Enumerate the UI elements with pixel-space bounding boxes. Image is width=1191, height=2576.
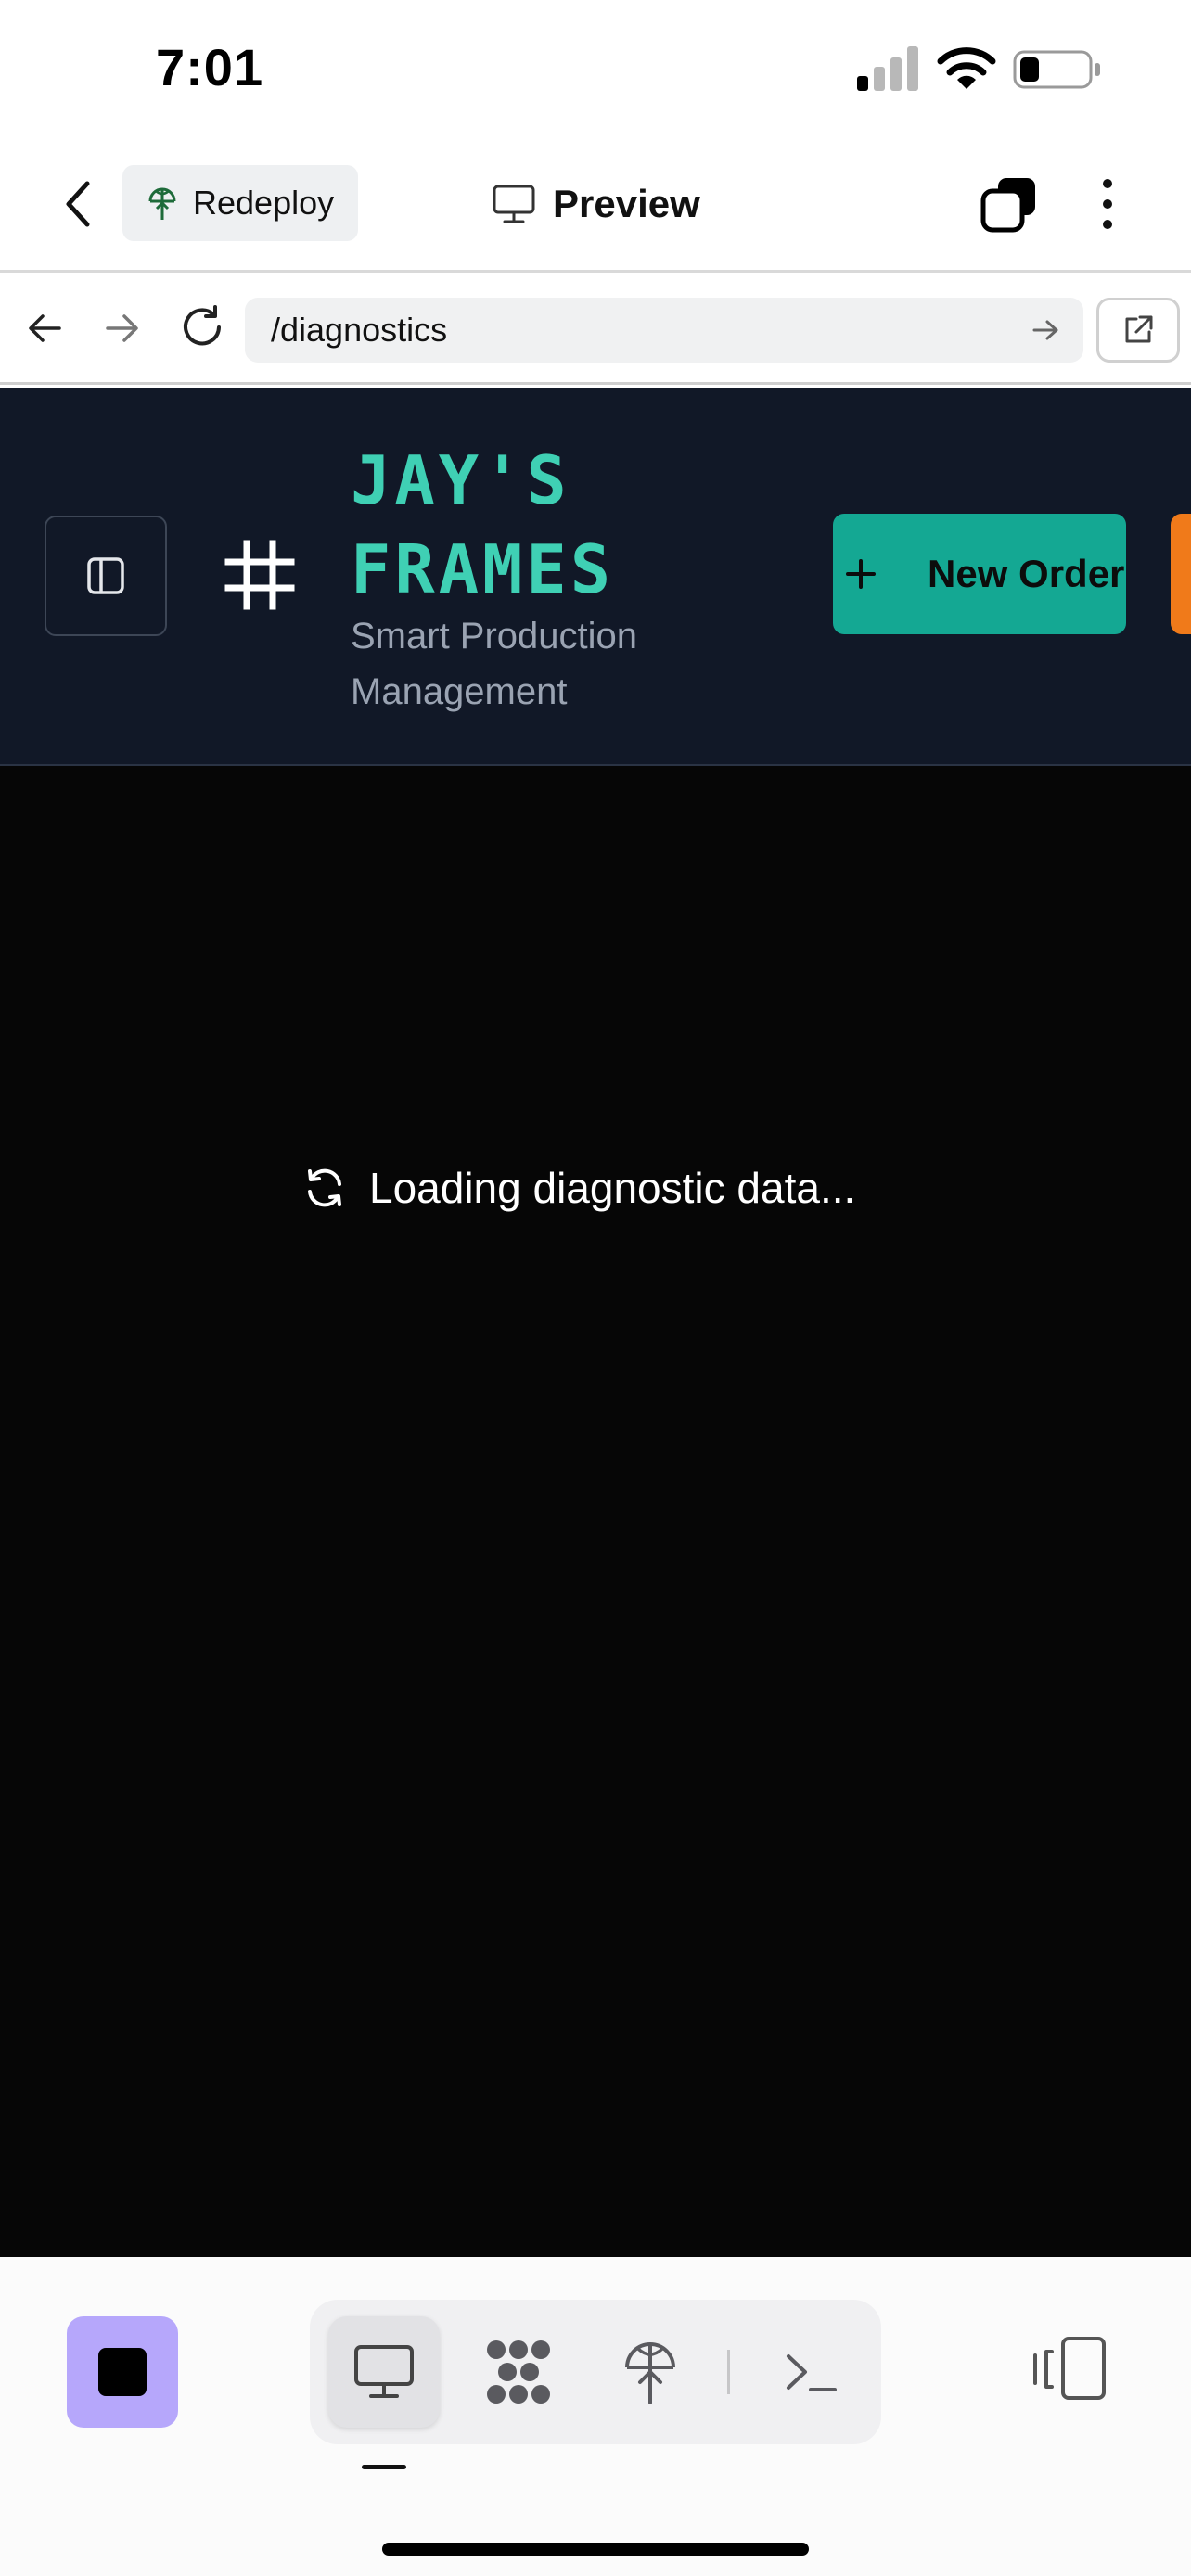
main-content: Loading diagnostic data... xyxy=(0,766,1191,2257)
cellular-signal-icon xyxy=(857,46,918,91)
reload-icon[interactable] xyxy=(178,303,226,351)
brand-title: JAY'S FRAMES xyxy=(351,441,615,608)
browser-url-bar: /diagnostics xyxy=(0,275,1191,385)
sidebar-toggle-button[interactable] xyxy=(45,516,167,636)
layout-toggle-icon[interactable] xyxy=(1028,2327,1111,2411)
mode-desktop-button[interactable] xyxy=(328,2316,440,2428)
open-external-icon xyxy=(1125,315,1153,343)
tabs-icon[interactable] xyxy=(980,174,1039,234)
desktop-icon xyxy=(354,2345,414,2398)
plus-icon xyxy=(846,559,876,589)
battery-icon xyxy=(1013,50,1100,89)
stop-icon xyxy=(98,2348,147,2396)
app-header: Redeploy Preview xyxy=(0,139,1191,273)
page-title: Preview xyxy=(553,182,700,225)
bottom-toolbar xyxy=(0,2257,1191,2576)
wifi-icon xyxy=(937,47,996,89)
refresh-spinner-icon xyxy=(308,1168,341,1207)
open-external-button[interactable] xyxy=(1096,298,1180,363)
mode-divider xyxy=(727,2350,730,2394)
status-bar: 7:01 xyxy=(0,0,1191,139)
redeploy-button[interactable]: Redeploy xyxy=(122,165,358,241)
redeploy-icon xyxy=(148,187,176,220)
arrow-left-icon[interactable] xyxy=(26,309,65,348)
shell-icon xyxy=(787,2354,837,2391)
loading-indicator: Loading diagnostic data... xyxy=(302,1163,855,1213)
stop-button[interactable] xyxy=(67,2316,178,2428)
mode-shell-button[interactable] xyxy=(755,2316,866,2428)
hash-icon xyxy=(224,540,295,610)
home-indicator xyxy=(382,2543,809,2556)
redeploy-label: Redeploy xyxy=(193,184,335,222)
active-mode-indicator xyxy=(362,2465,406,2469)
url-input[interactable]: /diagnostics xyxy=(245,298,1083,363)
url-text: /diagnostics xyxy=(271,311,448,349)
sidebar-panel-icon xyxy=(87,557,124,594)
workflow-icon xyxy=(487,2340,550,2404)
new-order-button[interactable]: New Order xyxy=(833,514,1126,634)
arrow-right-icon[interactable] xyxy=(102,309,141,348)
mode-deploy-button[interactable] xyxy=(599,2316,701,2428)
back-chevron-icon[interactable] xyxy=(56,176,102,232)
loading-text: Loading diagnostic data... xyxy=(369,1164,856,1212)
view-mode-switcher xyxy=(310,2300,881,2444)
site-header: JAY'S FRAMES Smart Production Management… xyxy=(0,388,1191,766)
url-go-icon[interactable] xyxy=(1030,314,1061,346)
status-time: 7:01 xyxy=(156,38,264,96)
more-vertical-icon[interactable] xyxy=(1095,174,1121,234)
brand-subtitle: Smart Production Management xyxy=(351,616,638,712)
mode-workflow-button[interactable] xyxy=(467,2316,570,2428)
deploy-icon xyxy=(625,2342,675,2404)
monitor-icon xyxy=(493,185,535,223)
secondary-action-button[interactable] xyxy=(1171,514,1191,634)
new-order-label: New Order xyxy=(928,552,1125,595)
preview-title-group: Preview xyxy=(492,176,700,232)
